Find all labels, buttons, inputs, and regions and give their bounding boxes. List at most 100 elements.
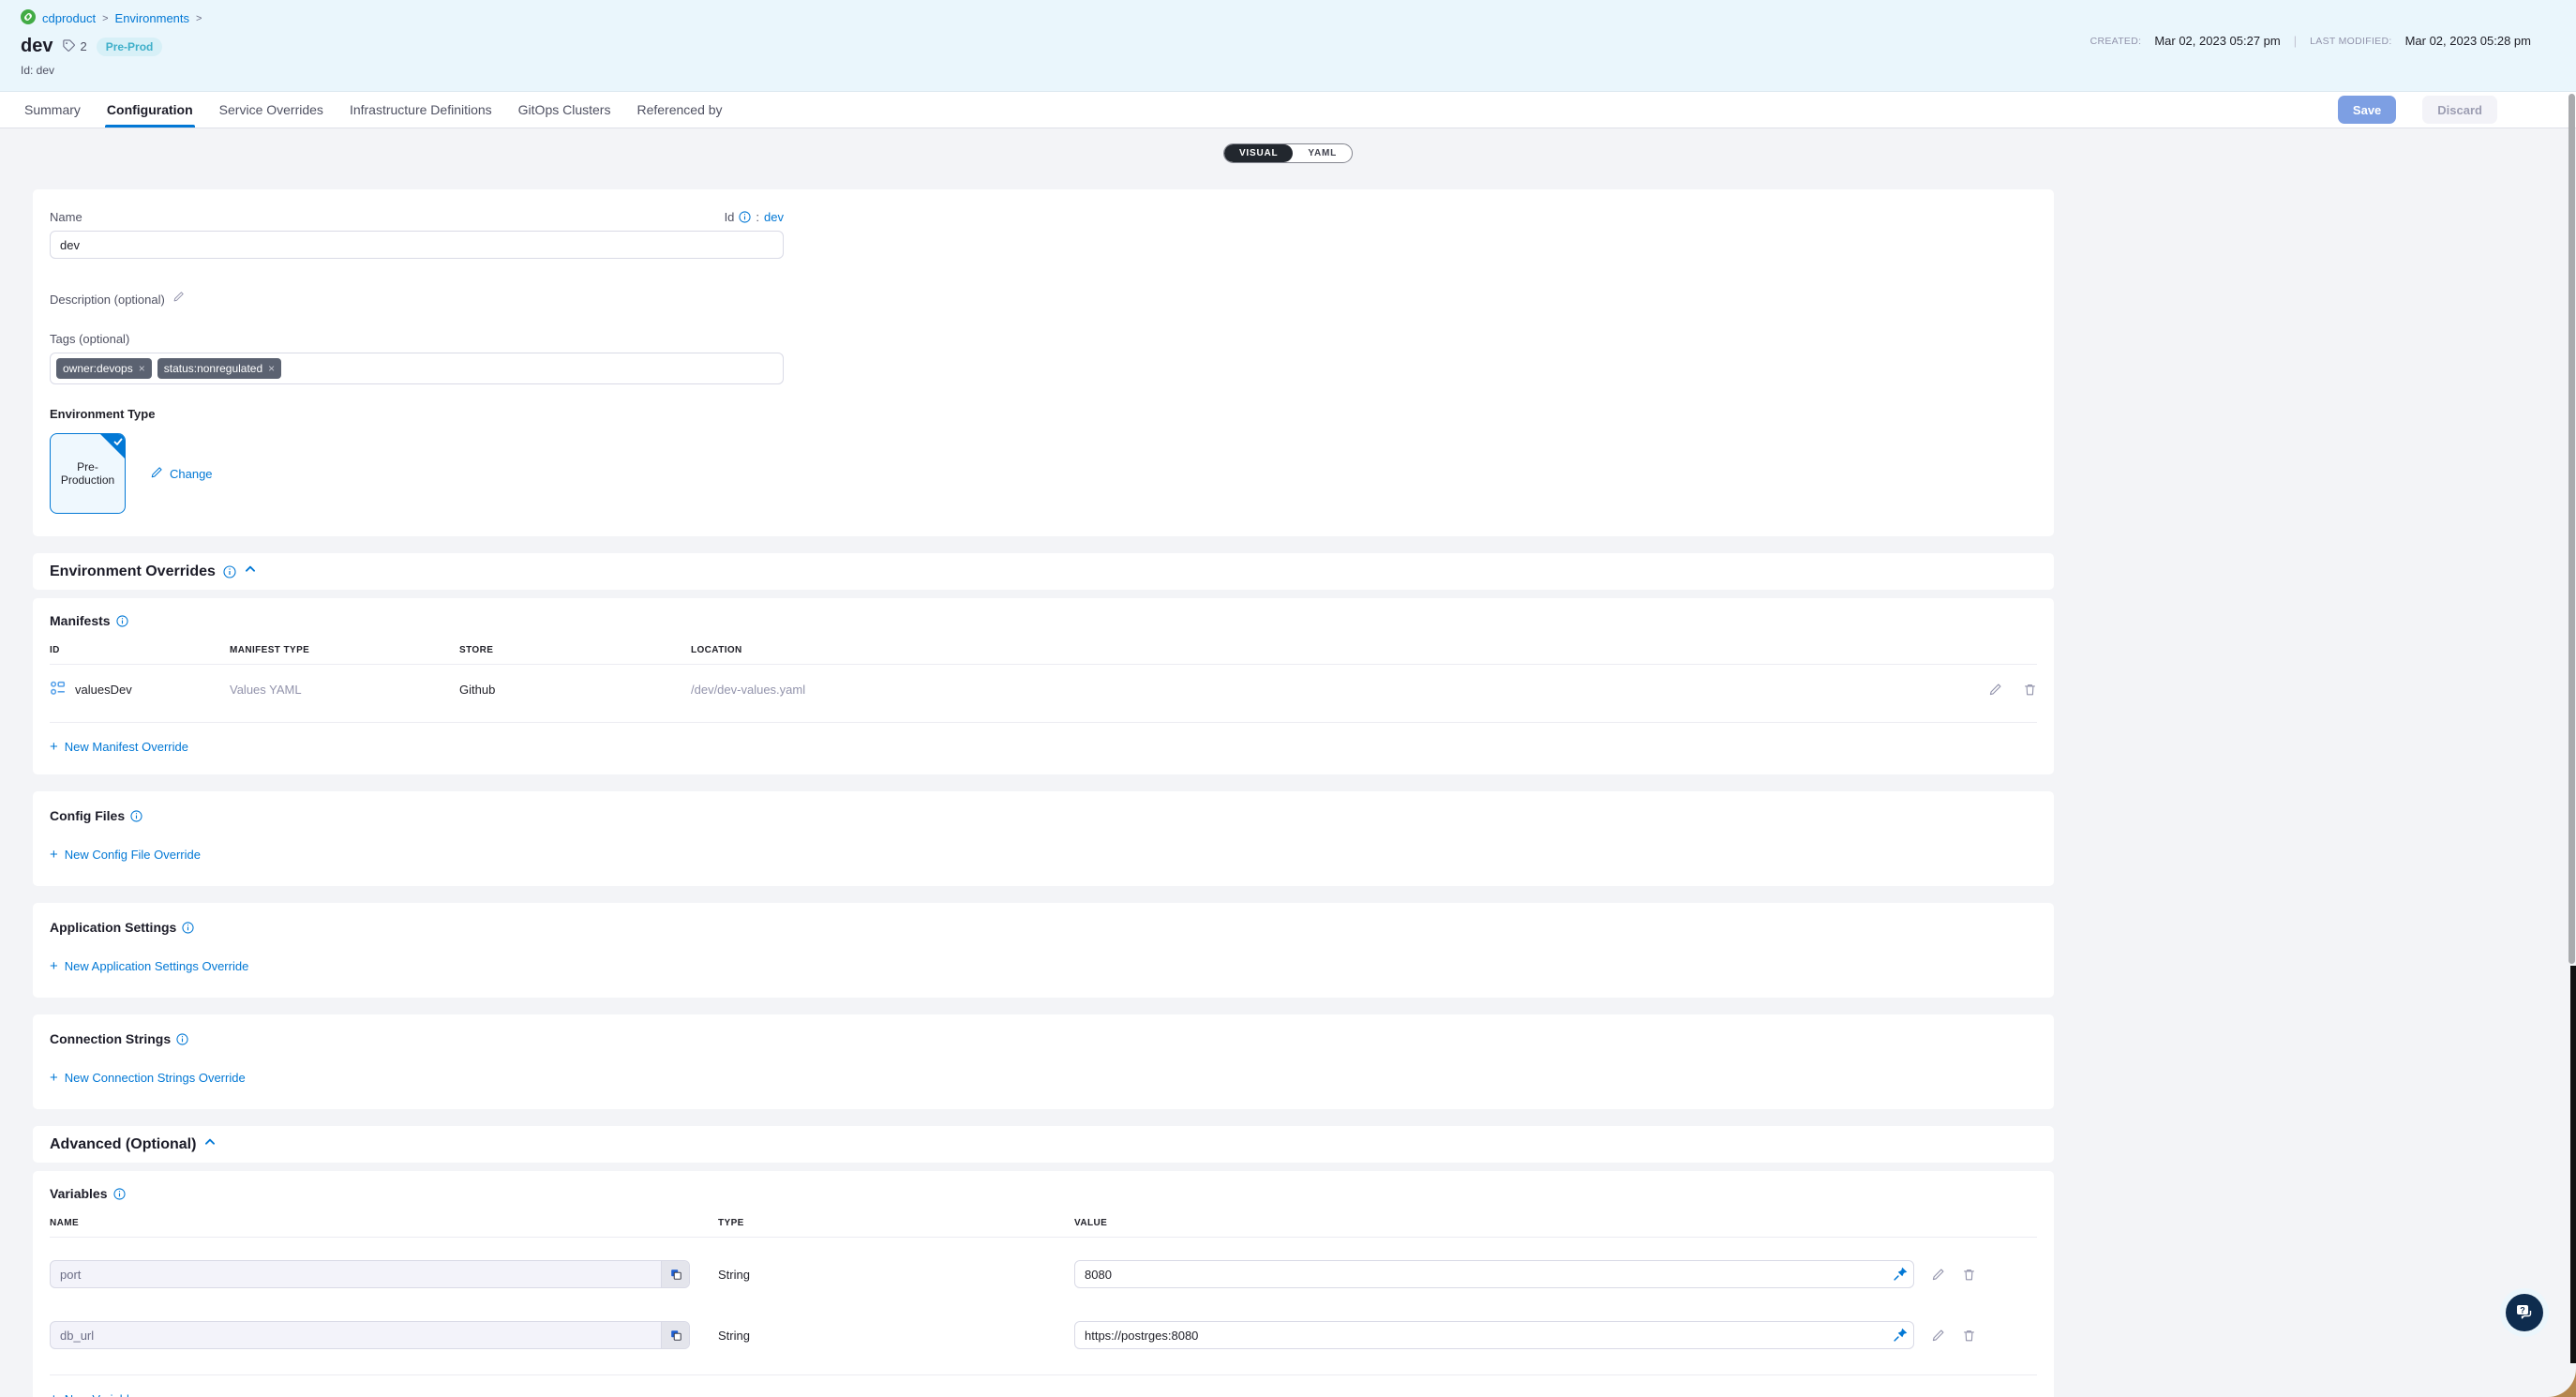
page-header: cdproduct > Environments > dev 2 Pre-Pro… (0, 0, 2576, 92)
chevron-up-icon[interactable] (244, 563, 257, 580)
tags-label: Tags (optional) (50, 332, 2037, 346)
manifest-icon (50, 680, 67, 699)
environment-type-label: Environment Type (50, 407, 2037, 421)
info-icon[interactable] (116, 615, 128, 627)
chevron-up-icon[interactable] (203, 1135, 217, 1153)
info-icon[interactable] (130, 810, 142, 822)
manifests-title: Manifests (50, 613, 111, 628)
tab-gitops-clusters[interactable]: GitOps Clusters (505, 92, 624, 128)
variables-card: Variables NAME TYPE VALUE (33, 1171, 2054, 1397)
scrollbar-thumb[interactable] (2569, 94, 2575, 964)
connection-strings-title: Connection Strings (50, 1031, 171, 1046)
variable-row: String (50, 1250, 2037, 1299)
variable-value-input[interactable] (1074, 1321, 1914, 1349)
new-manifest-override-link[interactable]: + New Manifest Override (50, 740, 188, 754)
manifest-row[interactable]: valuesDev Values YAML Github /dev/dev-va… (50, 665, 2037, 714)
copy-icon[interactable] (661, 1261, 689, 1287)
new-application-settings-override-link[interactable]: + New Application Settings Override (50, 959, 248, 973)
tab-summary[interactable]: Summary (11, 92, 94, 128)
new-variable-link[interactable]: + New Variable (50, 1392, 136, 1397)
plus-icon: + (50, 848, 58, 862)
scrollbar-track[interactable] (2568, 92, 2576, 1397)
remove-tag-icon[interactable]: × (139, 363, 145, 374)
delete-manifest-button[interactable] (2023, 683, 2037, 697)
svg-text:?: ? (2520, 1305, 2525, 1314)
save-button[interactable]: Save (2338, 96, 2396, 124)
modified-label: LAST MODIFIED: (2310, 36, 2391, 47)
edit-variable-button[interactable] (1931, 1329, 1945, 1343)
timestamps: CREATED: Mar 02, 2023 05:27 pm | LAST MO… (2090, 34, 2531, 48)
screen-corner (2542, 1363, 2576, 1397)
manifest-store: Github (459, 683, 691, 697)
variable-row: String (50, 1311, 2037, 1359)
meta-divider: | (2294, 34, 2297, 48)
copy-icon[interactable] (661, 1322, 689, 1348)
toggle-yaml[interactable]: YAML (1293, 144, 1352, 162)
tab-referenced-by[interactable]: Referenced by (623, 92, 735, 128)
manifest-type: Values YAML (230, 683, 459, 697)
column-header-value: VALUE (1074, 1218, 2037, 1228)
pin-icon[interactable] (1893, 1327, 1909, 1345)
created-label: CREATED: (2090, 36, 2142, 47)
divider (50, 1374, 2037, 1375)
manifest-id: valuesDev (75, 683, 132, 697)
section-title: Environment Overrides (50, 563, 216, 580)
status-badge: Pre-Prod (97, 38, 163, 56)
breadcrumb-environments[interactable]: Environments (115, 11, 189, 25)
environment-type-card[interactable]: Pre-Production (50, 433, 126, 514)
section-title: Advanced (Optional) (50, 1136, 196, 1153)
edit-variable-button[interactable] (1931, 1268, 1945, 1282)
delete-variable-button[interactable] (1962, 1268, 1976, 1282)
environment-overrides-header: Environment Overrides (33, 553, 2054, 590)
info-icon[interactable] (182, 922, 194, 934)
edit-description-pencil-icon[interactable] (172, 291, 185, 308)
tag-chip: status:nonregulated × (157, 358, 281, 379)
help-chat-button[interactable]: ? (2506, 1294, 2543, 1331)
plus-icon: + (50, 1392, 58, 1397)
discard-button[interactable]: Discard (2422, 96, 2497, 124)
application-settings-title: Application Settings (50, 920, 176, 935)
cd-module-icon (21, 9, 36, 27)
edit-manifest-button[interactable] (1988, 683, 2002, 697)
info-icon[interactable] (113, 1188, 126, 1200)
tab-infrastructure-definitions[interactable]: Infrastructure Definitions (337, 92, 505, 128)
tag-count: 2 (62, 38, 86, 55)
plus-icon: + (50, 740, 58, 754)
scrollbar-track-dark (2570, 966, 2576, 1397)
delete-variable-button[interactable] (1962, 1329, 1976, 1343)
id-value[interactable]: dev (764, 210, 784, 224)
tab-configuration[interactable]: Configuration (94, 92, 206, 128)
manifests-card: Manifests ID MANIFEST TYPE STORE LOCATIO… (33, 598, 2054, 774)
breadcrumb-project[interactable]: cdproduct (42, 11, 96, 25)
variable-value-input[interactable] (1074, 1260, 1914, 1288)
new-connection-strings-override-link[interactable]: + New Connection Strings Override (50, 1071, 246, 1085)
chat-help-icon: ? (2514, 1301, 2535, 1325)
info-icon[interactable] (739, 211, 751, 223)
plus-icon: + (50, 959, 58, 973)
info-icon[interactable] (176, 1033, 188, 1045)
configuration-page: VISUAL YAML Name Id : dev (0, 128, 2576, 1397)
variable-name-input (51, 1322, 661, 1348)
config-files-title: Config Files (50, 808, 125, 823)
manifest-location: /dev/dev-values.yaml (691, 683, 1958, 697)
tab-service-overrides[interactable]: Service Overrides (206, 92, 337, 128)
id-separator: : (756, 210, 759, 224)
name-input[interactable] (50, 231, 784, 259)
remove-tag-icon[interactable]: × (268, 363, 275, 374)
application-settings-card: Application Settings + New Application S… (33, 903, 2054, 998)
id-label: Id (725, 210, 735, 224)
tags-input[interactable]: owner:devops × status:nonregulated × (50, 353, 784, 384)
variable-type: String (718, 1268, 1074, 1282)
info-icon[interactable] (223, 565, 236, 578)
variable-name-input (51, 1261, 661, 1287)
details-card: Name Id : dev Description (optional) (33, 189, 2054, 536)
connection-strings-card: Connection Strings + New Connection Stri… (33, 1014, 2054, 1109)
change-env-type-link[interactable]: Change (150, 466, 213, 482)
pin-icon[interactable] (1893, 1266, 1909, 1284)
new-config-file-override-link[interactable]: + New Config File Override (50, 848, 201, 862)
config-files-card: Config Files + New Config File Override (33, 791, 2054, 886)
toggle-visual[interactable]: VISUAL (1224, 144, 1293, 162)
breadcrumb-separator: > (102, 13, 108, 24)
visual-yaml-toggle: VISUAL YAML (1223, 143, 1353, 163)
name-label: Name (50, 210, 82, 224)
